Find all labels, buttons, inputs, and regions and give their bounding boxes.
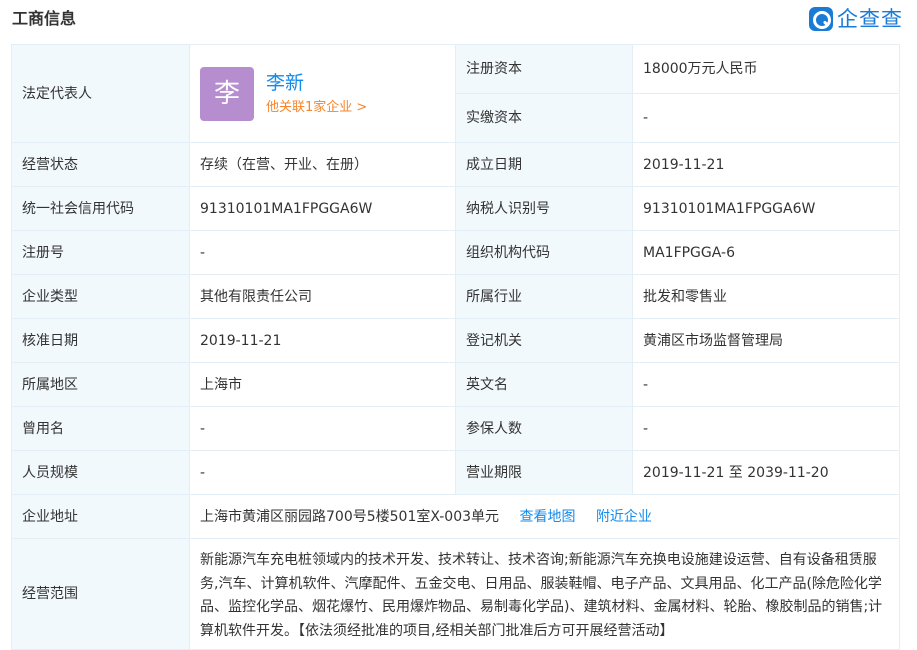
company-type-value: 其他有限责任公司 [189,274,456,319]
address-value: 上海市黄浦区丽园路700号5楼501室X-003单元 [200,508,500,525]
business-scope-label: 经营范围 [11,538,190,650]
legal-rep-cell: 李 李新 他关联1家企业 > [189,44,456,143]
english-name-value: - [632,362,900,407]
status-label: 经营状态 [11,142,190,187]
brand-logo[interactable]: 企查查 [809,6,903,32]
staff-size-value: - [189,450,456,495]
brand-name: 企查查 [837,7,903,31]
nearby-companies-link[interactable]: 附近企业 [596,509,652,525]
company-type-label: 企业类型 [11,274,190,319]
staff-size-label: 人员规模 [11,450,190,495]
business-term-label: 营业期限 [455,450,633,495]
address-label: 企业地址 [11,494,190,539]
credit-code-label: 统一社会信用代码 [11,186,190,231]
credit-code-value: 91310101MA1FPGGA6W [189,186,456,231]
approve-date-label: 核准日期 [11,318,190,363]
authority-value: 黄浦区市场监督管理局 [632,318,900,363]
paid-capital-label: 实缴资本 [455,93,633,143]
industry-label: 所属行业 [455,274,633,319]
reg-no-label: 注册号 [11,230,190,275]
avatar[interactable]: 李 [200,66,254,121]
address-cell: 上海市黄浦区丽园路700号5楼501室X-003单元 查看地图 附近企业 [189,494,900,539]
reg-capital-label: 注册资本 [455,44,633,94]
section-header: 工商信息 企查查 [0,0,917,40]
founded-value: 2019-11-21 [632,142,900,187]
related-companies-link[interactable]: 他关联1家企业 > [266,98,367,118]
authority-label: 登记机关 [455,318,633,363]
approve-date-value: 2019-11-21 [189,318,456,363]
former-name-value: - [189,406,456,451]
qichacha-logo-icon [809,7,833,31]
former-name-label: 曾用名 [11,406,190,451]
section-title: 工商信息 [12,9,77,28]
taxpayer-id-value: 91310101MA1FPGGA6W [632,186,900,231]
insured-count-value: - [632,406,900,451]
region-label: 所属地区 [11,362,190,407]
business-info-table: 法定代表人 李 李新 他关联1家企业 > 注册资本 18000万元人民币 实缴资… [11,44,900,650]
taxpayer-id-label: 纳税人识别号 [455,186,633,231]
reg-capital-value: 18000万元人民币 [632,44,900,94]
industry-value: 批发和零售业 [632,274,900,319]
business-term-value: 2019-11-21 至 2039-11-20 [632,450,900,495]
paid-capital-value: - [632,93,900,143]
founded-label: 成立日期 [455,142,633,187]
reg-no-value: - [189,230,456,275]
legal-rep-label: 法定代表人 [11,44,190,143]
business-scope-value: 新能源汽车充电桩领域内的技术开发、技术转让、技术咨询;新能源汽车充换电设施建设运… [189,538,900,650]
view-map-link[interactable]: 查看地图 [519,509,575,525]
english-name-label: 英文名 [455,362,633,407]
org-code-value: MA1FPGGA-6 [632,230,900,275]
status-value: 存续（在营、开业、在册） [189,142,456,187]
insured-count-label: 参保人数 [455,406,633,451]
legal-rep-name-link[interactable]: 李新 [266,70,367,96]
org-code-label: 组织机构代码 [455,230,633,275]
region-value: 上海市 [189,362,456,407]
